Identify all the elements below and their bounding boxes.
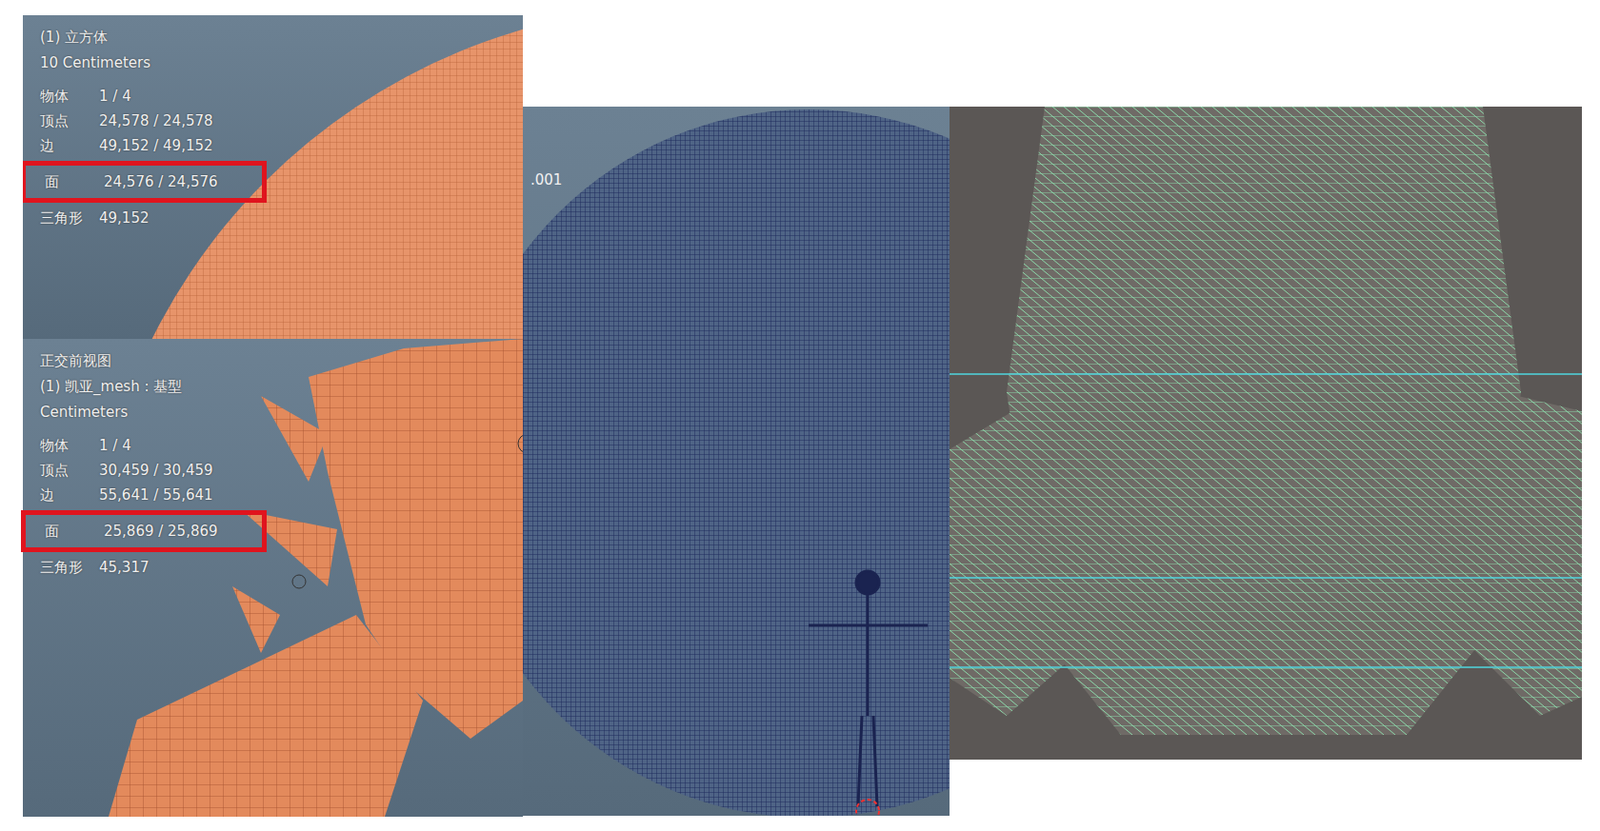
blue-sphere-icon (522, 106, 950, 817)
stat-row: 面24,576 / 24,576 (22, 160, 267, 203)
stats-overlay: 正交前视图(1) 凯亚_mesh : 基型Centimeters 物体1 / 4顶… (40, 348, 267, 580)
stat-row: 面25,869 / 25,869 (20, 510, 267, 553)
view-name: 正交前视图 (40, 348, 267, 375)
stat-row: 顶点24,578 / 24,578 (40, 108, 267, 134)
units: 10 Centimeters (40, 50, 267, 77)
object-title: (1) 凯亚_mesh : 基型 (40, 374, 267, 400)
sphere-viewport[interactable]: (1) 立方体10 Centimeters 物体1 / 4顶点24,578 / 2… (22, 15, 523, 340)
dragon-mesh-icon (949, 106, 1582, 760)
stat-row: 边49,152 / 49,152 (40, 133, 267, 159)
stat-row: 三角形49,152 (40, 205, 267, 231)
stats-overlay: (1) 立方体10 Centimeters 物体1 / 4顶点24,578 / 2… (40, 24, 267, 231)
screenshot-collage: (1) 立方体10 Centimeters物体1 / 4顶点24,578 / 2… (0, 0, 1600, 831)
units: Centimeters (40, 400, 267, 426)
stat-row: 边55,641 / 55,641 (40, 482, 267, 508)
dragon-wireframe-image (949, 106, 1582, 760)
character-viewport[interactable]: 正交前视图(1) 凯亚_mesh : 基型Centimeters 物体1 / 4顶… (22, 339, 523, 818)
object-title: (1) 立方体 (40, 24, 267, 51)
stat-row: 物体1 / 4 (40, 433, 267, 459)
object-label: .001 (530, 171, 562, 189)
stat-row: 三角形45,317 (40, 555, 267, 580)
stat-row: 物体1 / 4 (40, 83, 267, 109)
stat-row: 顶点30,459 / 30,459 (40, 458, 267, 483)
sphere-scale-viewport[interactable]: .001 (522, 106, 950, 817)
